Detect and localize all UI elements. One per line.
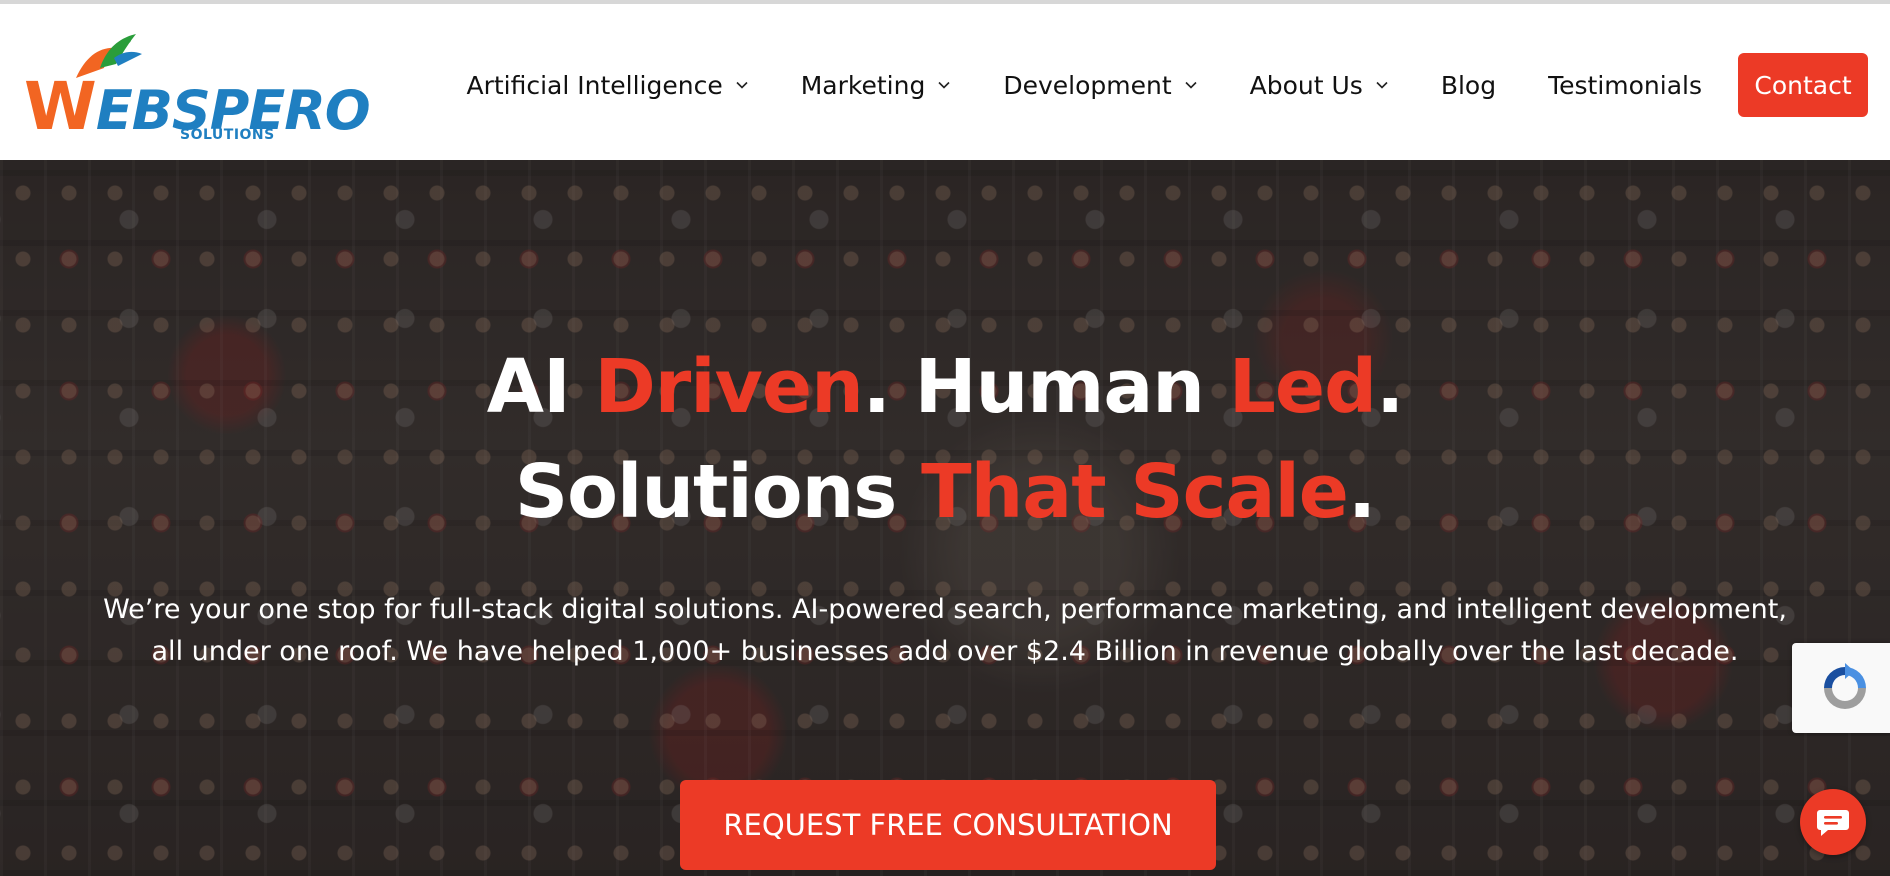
nav-label: Marketing — [800, 70, 926, 100]
chat-button[interactable] — [1800, 789, 1866, 855]
webspero-logo[interactable]: WEBSPERO SOLUTIONS — [22, 28, 371, 148]
nav-label: Blog — [1440, 70, 1497, 100]
nav-marketing[interactable]: Marketing — [801, 71, 952, 100]
recaptcha-badge[interactable] — [1792, 643, 1890, 733]
chevron-down-icon — [938, 81, 950, 89]
nav-blog[interactable]: Blog — [1441, 71, 1496, 100]
request-consultation-button[interactable]: REQUEST FREE CONSULTATION — [680, 780, 1216, 870]
nav-label: Testimonials — [1548, 70, 1702, 100]
nav-artificial-intelligence[interactable]: Artificial Intelligence — [466, 71, 748, 100]
nav-development[interactable]: Development — [1003, 71, 1197, 100]
nav-label: Development — [1003, 70, 1172, 100]
site-header: WEBSPERO SOLUTIONS Artificial Intelligen… — [0, 4, 1890, 160]
hero-section: AI Driven. Human Led. Solutions That Sca… — [0, 160, 1890, 876]
chevron-down-icon — [736, 81, 748, 89]
chevron-down-icon — [1376, 81, 1388, 89]
main-nav: Artificial Intelligence Marketing Develo… — [466, 52, 1868, 118]
chevron-down-icon — [1185, 81, 1197, 89]
nav-label: Artificial Intelligence — [466, 70, 723, 100]
hero-headline-line1: AI Driven. Human Led. — [486, 344, 1404, 430]
hero-description-line1: We’re your one stop for full-stack digit… — [103, 594, 1787, 625]
logo-subtitle: SOLUTIONS — [180, 127, 275, 143]
nav-label: About Us — [1249, 70, 1363, 100]
nav-about-us[interactable]: About Us — [1250, 71, 1389, 100]
hero-headline-line2: Solutions That Scale. — [514, 449, 1376, 535]
chat-icon — [1817, 810, 1849, 836]
nav-testimonials[interactable]: Testimonials — [1548, 71, 1702, 100]
hero-description-line2: all under one roof. We have helped 1,000… — [151, 636, 1739, 667]
contact-button[interactable]: Contact — [1738, 53, 1868, 117]
recaptcha-icon — [1824, 663, 1866, 709]
